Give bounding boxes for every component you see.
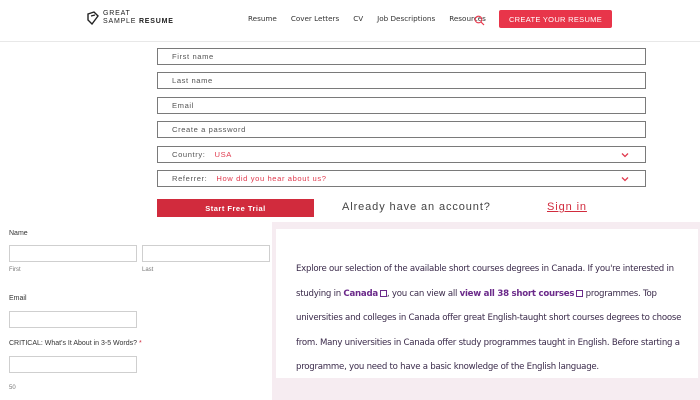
password-placeholder: Create a password [172, 125, 246, 134]
email-input[interactable]: Email [157, 97, 646, 114]
country-select[interactable]: Country: USA [157, 146, 646, 163]
logo-line2a: SAMPLE [103, 17, 137, 25]
external-link-icon [379, 289, 387, 297]
nav-resume[interactable]: Resume [248, 14, 277, 23]
referrer-label: Referrer: [172, 174, 208, 183]
password-input[interactable]: Create a password [157, 121, 646, 138]
already-have-account-text: Already have an account? [342, 201, 491, 213]
info-panel-footer [272, 378, 700, 400]
start-free-trial-button[interactable]: Start Free Trial [157, 199, 314, 217]
nav-cover-letters[interactable]: Cover Letters [291, 14, 339, 23]
info-text-3: programmes. Top universities and college… [296, 288, 682, 373]
search-icon[interactable] [474, 13, 485, 26]
last-sublabel: Last [142, 267, 154, 273]
first-name-field[interactable] [9, 245, 137, 262]
chevron-down-icon [621, 175, 629, 183]
create-resume-button[interactable]: CREATE YOUR RESUME [499, 10, 612, 28]
character-counter: 50 [9, 385, 16, 391]
first-name-input[interactable]: First name [157, 48, 646, 65]
site-header: GREAT SAMPLE RESUME Resume Cover Letters… [0, 0, 700, 42]
critical-label-text: CRITICAL: What's It About in 3-5 Words? [9, 340, 138, 347]
first-sublabel: First [9, 267, 21, 273]
country-value: USA [214, 150, 232, 159]
logo[interactable]: GREAT SAMPLE RESUME [86, 10, 174, 25]
last-name-input[interactable]: Last name [157, 72, 646, 89]
last-name-placeholder: Last name [172, 76, 213, 85]
logo-line1: GREAT [103, 10, 131, 17]
name-label: Name [9, 230, 28, 237]
nav-job-descriptions[interactable]: Job Descriptions [377, 14, 435, 23]
logo-icon [86, 10, 100, 25]
sign-in-link[interactable]: Sign in [547, 201, 587, 213]
logo-line2b: RESUME [138, 17, 174, 25]
first-name-placeholder: First name [172, 52, 214, 61]
country-label: Country: [172, 150, 206, 159]
critical-label: CRITICAL: What's It About in 3-5 Words? … [9, 340, 142, 347]
referrer-value: How did you hear about us? [216, 174, 327, 183]
referrer-select[interactable]: Referrer: How did you hear about us? [157, 170, 646, 187]
email-label: Email [9, 295, 27, 302]
last-name-field[interactable] [142, 245, 270, 262]
required-mark: * [139, 340, 142, 347]
email-field[interactable] [9, 311, 137, 328]
info-paragraph: Explore our selection of the available s… [296, 257, 688, 380]
about-field[interactable] [9, 356, 137, 373]
info-text-2: , you can view all [386, 288, 460, 299]
logo-text: GREAT SAMPLE RESUME [103, 10, 174, 25]
view-all-courses-link[interactable]: view all 38 short courses [460, 289, 575, 299]
email-placeholder: Email [172, 101, 194, 110]
nav-cv[interactable]: CV [353, 14, 363, 23]
chevron-down-icon [621, 151, 629, 159]
main-nav: Resume Cover Letters CV Job Descriptions… [248, 14, 500, 23]
canada-link[interactable]: Canada [343, 289, 378, 299]
